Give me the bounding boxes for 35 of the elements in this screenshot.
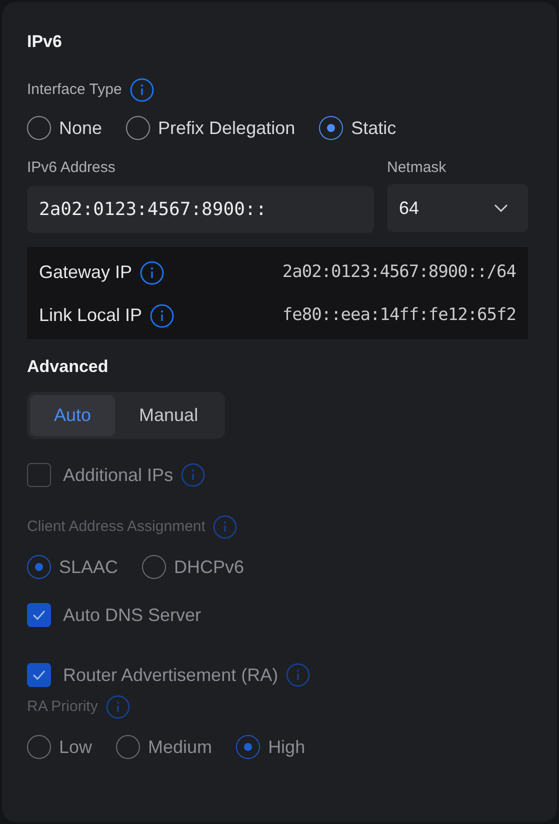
- field-label: Interface Type: [27, 80, 122, 100]
- mode-tab[interactable]: Auto: [30, 395, 116, 436]
- mode-tab[interactable]: Manual: [115, 395, 222, 436]
- option-label: None: [59, 117, 102, 140]
- info-icon[interactable]: [150, 304, 174, 328]
- info-value: 2a02:0123:4567:8900::/64: [282, 260, 516, 284]
- radio-button[interactable]: [126, 116, 150, 140]
- option-label: Prefix Delegation: [158, 117, 296, 140]
- check-icon: [32, 609, 46, 621]
- checkbox-label: Router Advertisement (RA): [62, 664, 278, 687]
- info-icon[interactable]: [140, 260, 164, 284]
- field-label: Client Address Assignment: [27, 517, 206, 537]
- option-label: SLAAC: [59, 556, 118, 579]
- info-label: Link Local IP: [39, 304, 142, 327]
- info-label: Gateway IP: [39, 261, 132, 284]
- checkbox-label: Additional IPs: [62, 464, 174, 487]
- radio-button[interactable]: [319, 116, 344, 140]
- option-label: High: [268, 736, 306, 759]
- option-label: DHCPv6: [174, 556, 244, 579]
- address-input[interactable]: 2a02:0123:4567:8900::: [27, 186, 374, 233]
- netmask-dropdown[interactable]: 64: [387, 184, 528, 232]
- field-label: IPv6 Address: [27, 158, 116, 178]
- radio-button[interactable]: [27, 116, 51, 140]
- section-title: Advanced: [27, 356, 110, 378]
- option-label: Medium: [148, 736, 212, 759]
- section-title: IPv6: [27, 31, 63, 53]
- field-label: RA Priority: [27, 697, 98, 717]
- chevron-down-icon: [494, 204, 508, 212]
- check-icon: [32, 669, 46, 681]
- info-value: fe80::eea:14ff:fe12:65f2: [282, 304, 516, 327]
- option-label: Low: [59, 736, 92, 759]
- option-label: Static: [351, 117, 396, 140]
- field-label: Netmask: [387, 158, 448, 178]
- checkbox-label: Auto DNS Server: [62, 604, 202, 627]
- info-icon[interactable]: [130, 78, 154, 102]
